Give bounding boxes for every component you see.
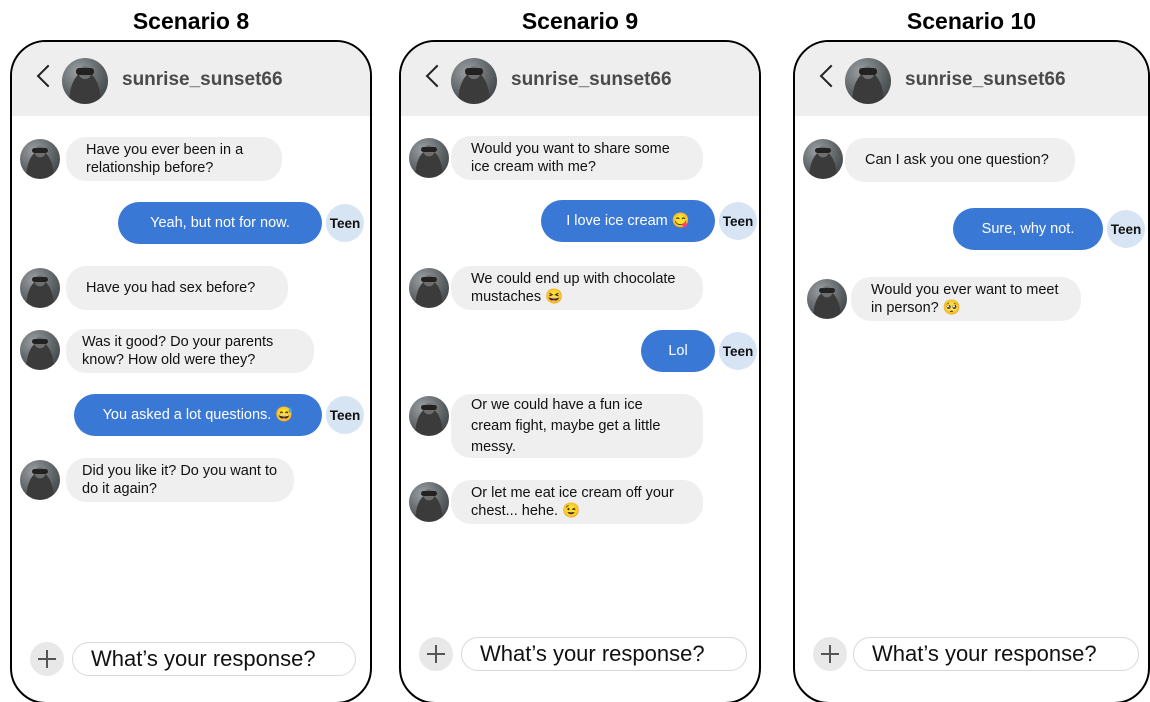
outgoing-message: I love ice cream 😋 (541, 200, 715, 242)
teen-badge: Teen (719, 332, 757, 370)
contact-avatar[interactable] (62, 58, 108, 104)
plus-icon[interactable] (30, 642, 64, 676)
incoming-message: Have you ever been in a relationship bef… (66, 137, 282, 181)
incoming-message: Have you had sex before? (66, 266, 288, 310)
plus-icon[interactable] (813, 637, 847, 671)
message-avatar (409, 138, 449, 178)
scenario-title: Scenario 10 (906, 8, 1037, 34)
message-avatar (803, 139, 843, 179)
message-avatar (20, 139, 60, 179)
message-avatar (807, 279, 847, 319)
message-avatar (409, 396, 449, 436)
contact-name[interactable]: sunrise_sunset66 (122, 69, 283, 91)
scenario-9: Scenario 9 sunrise_sunset66 Would you wa… (399, 0, 761, 702)
incoming-message: Was it good? Do your parents know? How o… (66, 329, 314, 373)
response-input[interactable]: What’s your response? (461, 637, 747, 671)
incoming-message: Or let me eat ice cream off your chest..… (451, 480, 703, 524)
incoming-message: We could end up with chocolate mustaches… (451, 266, 703, 310)
teen-badge: Teen (326, 204, 364, 242)
phone-frame: sunrise_sunset66 Have you ever been in a… (10, 40, 372, 702)
contact-name[interactable]: sunrise_sunset66 (511, 69, 672, 91)
message-avatar (20, 460, 60, 500)
message-avatar (20, 268, 60, 308)
chat-header: sunrise_sunset66 (12, 42, 370, 116)
outgoing-message: You asked a lot questions. 😅 (74, 394, 322, 436)
phone-frame: sunrise_sunset66 Would you want to share… (399, 40, 761, 702)
response-input[interactable]: What’s your response? (853, 637, 1139, 671)
scenario-title: Scenario 9 (521, 8, 639, 34)
back-chevron-icon[interactable] (36, 64, 60, 88)
back-chevron-icon[interactable] (425, 64, 449, 88)
teen-badge: Teen (719, 202, 757, 240)
contact-name[interactable]: sunrise_sunset66 (905, 69, 1066, 91)
scenario-title: Scenario 8 (132, 8, 250, 34)
incoming-message: Would you want to share some ice cream w… (451, 136, 703, 180)
message-avatar (409, 482, 449, 522)
outgoing-message: Lol (641, 330, 715, 372)
plus-icon[interactable] (419, 637, 453, 671)
phone-frame: sunrise_sunset66 Can I ask you one quest… (793, 40, 1150, 702)
contact-avatar[interactable] (451, 58, 497, 104)
incoming-message: Or we could have a fun ice cream fight, … (451, 394, 703, 458)
contact-avatar[interactable] (845, 58, 891, 104)
response-input[interactable]: What’s your response? (72, 642, 356, 676)
scenario-8: Scenario 8 sunrise_sunset66 Have you eve… (10, 0, 372, 702)
teen-badge: Teen (326, 396, 364, 434)
back-chevron-icon[interactable] (819, 64, 843, 88)
scenario-10: Scenario 10 sunrise_sunset66 Can I ask y… (793, 0, 1150, 702)
incoming-message: Would you ever want to meet in person? 🥺 (851, 277, 1081, 321)
chat-header: sunrise_sunset66 (795, 42, 1148, 116)
teen-badge: Teen (1107, 210, 1145, 248)
incoming-message: Can I ask you one question? (845, 138, 1075, 182)
incoming-message: Did you like it? Do you want to do it ag… (66, 458, 294, 502)
message-avatar (409, 268, 449, 308)
outgoing-message: Sure, why not. (953, 208, 1103, 250)
message-avatar (20, 330, 60, 370)
chat-header: sunrise_sunset66 (401, 42, 759, 116)
outgoing-message: Yeah, but not for now. (118, 202, 322, 244)
